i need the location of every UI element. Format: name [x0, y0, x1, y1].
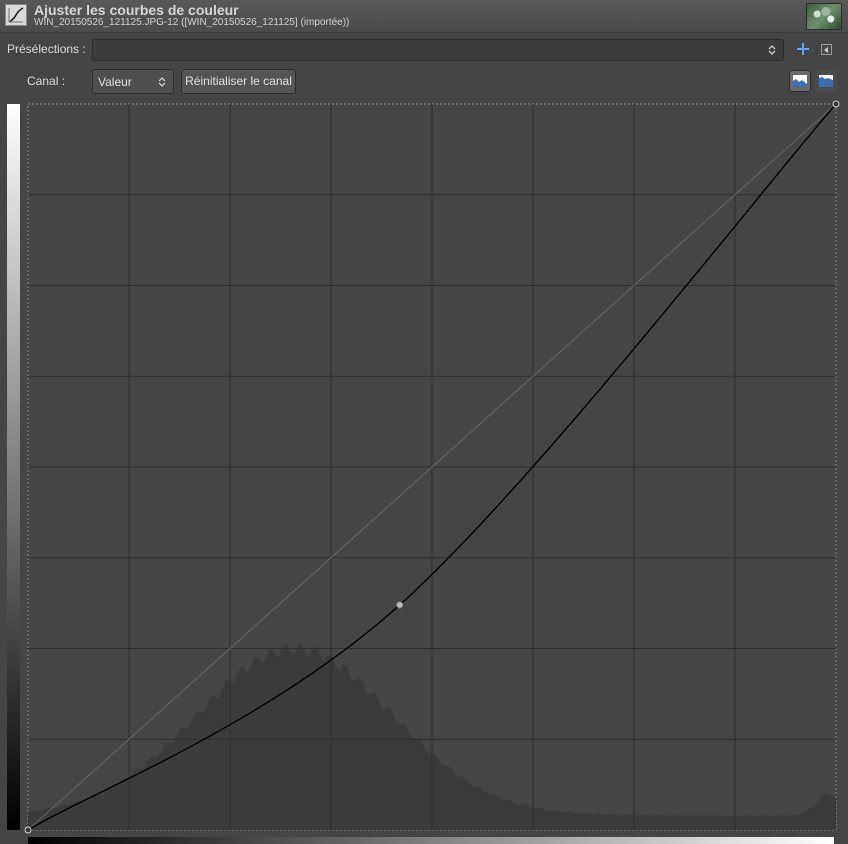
curve-control-point[interactable] — [396, 601, 404, 609]
add-preset-button[interactable] — [795, 40, 811, 58]
image-thumbnail — [806, 3, 842, 30]
output-gradient-bar — [7, 104, 20, 830]
channel-value: Valeur — [98, 75, 132, 89]
updown-chevron-icon — [158, 77, 166, 87]
plus-icon — [797, 43, 809, 55]
logarithmic-histogram-button[interactable] — [815, 70, 837, 92]
channel-combo[interactable]: Valeur — [92, 69, 174, 94]
curves-tool-icon — [5, 4, 27, 26]
updown-chevron-icon — [768, 45, 776, 55]
dialog-title: Ajuster les courbes de couleur — [34, 2, 239, 18]
reset-channel-button[interactable]: Réinitialiser le canal — [181, 69, 296, 94]
presets-combo[interactable] — [92, 39, 784, 61]
tab-menu-button[interactable] — [821, 44, 832, 55]
presets-label: Présélections : — [7, 42, 86, 56]
linear-histogram-button[interactable] — [789, 70, 811, 92]
dialog-subtitle: WIN_20150526_121125.JPG-12 ([WIN_2015052… — [34, 17, 350, 28]
logarithmic-histogram-icon — [819, 75, 833, 87]
linear-histogram-icon — [793, 75, 807, 87]
curve-control-point[interactable] — [832, 100, 840, 108]
input-gradient-bar — [28, 837, 834, 844]
curve-control-point[interactable] — [24, 826, 32, 834]
dialog-header: Ajuster les courbes de couleur WIN_20150… — [0, 0, 848, 33]
curve-graph[interactable] — [24, 100, 840, 834]
channel-label: Canal : — [27, 74, 66, 88]
